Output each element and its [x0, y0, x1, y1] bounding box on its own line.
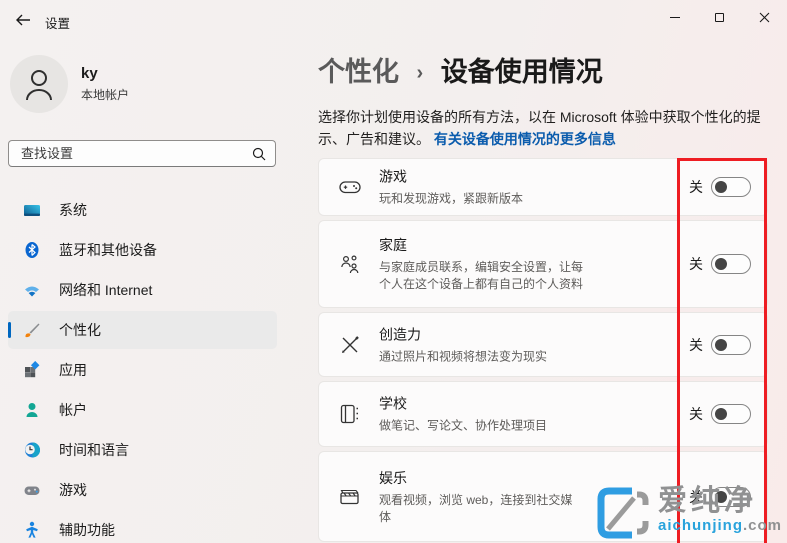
- family-icon: [339, 253, 361, 275]
- account-type: 本地帐户: [81, 88, 130, 102]
- settings-window: 设置 ky 本地帐户 查找设置 系统 蓝牙和其他设备 网络和 Internet …: [0, 0, 787, 543]
- search-box: [8, 140, 276, 167]
- watermark-logo-icon: [596, 486, 650, 540]
- account-name: ky: [81, 65, 98, 82]
- minimize-button[interactable]: [652, 0, 697, 34]
- sidebar-item-apps[interactable]: 应用: [8, 351, 277, 389]
- toggle-state-label: 关: [689, 336, 703, 353]
- sidebar-item-label: 游戏: [59, 482, 87, 498]
- setting-row-creativity: 创造力 通过照片和视频将想法变为现实 关: [318, 312, 768, 377]
- row-title: 游戏: [379, 168, 407, 185]
- gaming-toggle[interactable]: [711, 177, 751, 197]
- maximize-button[interactable]: [697, 0, 742, 34]
- system-icon: [23, 201, 41, 219]
- avatar: [10, 55, 68, 113]
- accounts-icon: [23, 401, 41, 419]
- toggle-state-label: 关: [689, 179, 703, 195]
- toggle-knob: [715, 408, 727, 420]
- toggle-knob: [715, 338, 727, 351]
- back-button[interactable]: [8, 8, 38, 32]
- page-description: 选择你计划使用设备的所有方法，以在 Microsoft 体验中获取个性化的提 示…: [318, 107, 776, 150]
- account-header[interactable]: ky 本地帐户: [10, 55, 129, 113]
- row-subtitle: 玩和发现游戏，紧跟新版本: [379, 191, 524, 206]
- bluetooth-icon: [23, 241, 41, 259]
- sidebar-nav: 系统 蓝牙和其他设备 网络和 Internet 个性化 应用 帐户 时间和语言 …: [8, 191, 277, 543]
- entertainment-clapper-icon: [339, 487, 361, 507]
- family-toggle[interactable]: [711, 254, 751, 274]
- active-accent-bar: [8, 322, 11, 338]
- network-icon: [23, 281, 41, 299]
- row-title: 学校: [379, 395, 407, 412]
- row-subtitle: 通过照片和视频将想法变为现实: [379, 349, 548, 363]
- sidebar-item-label: 时间和语言: [59, 442, 129, 458]
- window-title: 设置: [45, 17, 71, 31]
- breadcrumb-current: 设备使用情况: [440, 57, 603, 87]
- breadcrumb-parent[interactable]: 个性化: [318, 57, 399, 87]
- accessibility-icon: [23, 521, 41, 539]
- search-input[interactable]: [9, 141, 275, 166]
- toggle-state-label: 关: [689, 406, 703, 422]
- sidebar-item-label: 应用: [59, 362, 87, 378]
- watermark-brand: 爱纯净: [658, 485, 758, 517]
- sidebar-item-label: 帐户: [59, 402, 87, 418]
- time-language-icon: [23, 441, 41, 459]
- toggle-knob: [715, 258, 727, 270]
- sidebar-item-personalization[interactable]: 个性化: [8, 311, 277, 349]
- setting-row-gaming: 游戏 玩和发现游戏，紧跟新版本 关: [318, 158, 768, 216]
- school-toggle[interactable]: [711, 404, 751, 424]
- sidebar-item-bluetooth[interactable]: 蓝牙和其他设备: [8, 231, 277, 269]
- maximize-icon: [715, 12, 724, 22]
- row-subtitle: 与家庭成员联系，编辑安全设置，让每 个人在这个设备上都有自己的个人资料: [379, 260, 584, 291]
- sidebar-item-gaming[interactable]: 游戏: [8, 471, 277, 509]
- creativity-icon: [339, 334, 361, 356]
- apps-icon: [23, 361, 41, 379]
- sidebar-item-accounts[interactable]: 帐户: [8, 391, 277, 429]
- sidebar-item-system[interactable]: 系统: [8, 191, 277, 229]
- toggle-knob: [715, 181, 727, 193]
- row-subtitle: 做笔记、写论文、协作处理项目: [379, 418, 548, 433]
- setting-row-family: 家庭 与家庭成员联系，编辑安全设置，让每 个人在这个设备上都有自己的个人资料 关: [318, 220, 768, 308]
- search-icon: [252, 147, 266, 161]
- breadcrumb-separator-icon: ›: [416, 62, 424, 84]
- setting-row-school: 学校 做笔记、写论文、协作处理项目 关: [318, 381, 768, 447]
- personalization-icon: [23, 321, 41, 339]
- school-notebook-icon: [339, 403, 359, 425]
- back-arrow-icon: [15, 14, 31, 26]
- sidebar-item-time-language[interactable]: 时间和语言: [8, 431, 277, 469]
- row-title: 家庭: [379, 237, 407, 253]
- toggle-state-label: 关: [689, 256, 703, 272]
- watermark: 爱纯净 aichunjing.com: [596, 486, 782, 540]
- row-title: 娱乐: [379, 469, 407, 486]
- sidebar-item-label: 系统: [59, 202, 87, 218]
- page-title: 个性化 › 设备使用情况: [318, 50, 603, 89]
- sidebar-item-label: 蓝牙和其他设备: [59, 242, 157, 258]
- controller-icon: [339, 177, 361, 197]
- person-icon: [26, 70, 52, 101]
- sidebar-item-accessibility[interactable]: 辅助功能: [8, 511, 277, 543]
- row-title: 创造力: [379, 326, 421, 342]
- watermark-domain: aichunjing.com: [658, 517, 783, 534]
- window-controls: [652, 0, 787, 34]
- close-icon: [759, 12, 770, 23]
- creativity-toggle[interactable]: [711, 334, 751, 355]
- more-info-link[interactable]: 有关设备使用情况的更多信息: [434, 131, 616, 147]
- minimize-icon: [669, 16, 680, 18]
- sidebar-item-label: 辅助功能: [59, 522, 115, 538]
- sidebar-item-label: 个性化: [59, 322, 101, 338]
- gaming-icon: [23, 481, 41, 499]
- close-button[interactable]: [742, 0, 787, 34]
- sidebar-item-network[interactable]: 网络和 Internet: [8, 271, 277, 309]
- sidebar-item-label: 网络和 Internet: [59, 282, 153, 298]
